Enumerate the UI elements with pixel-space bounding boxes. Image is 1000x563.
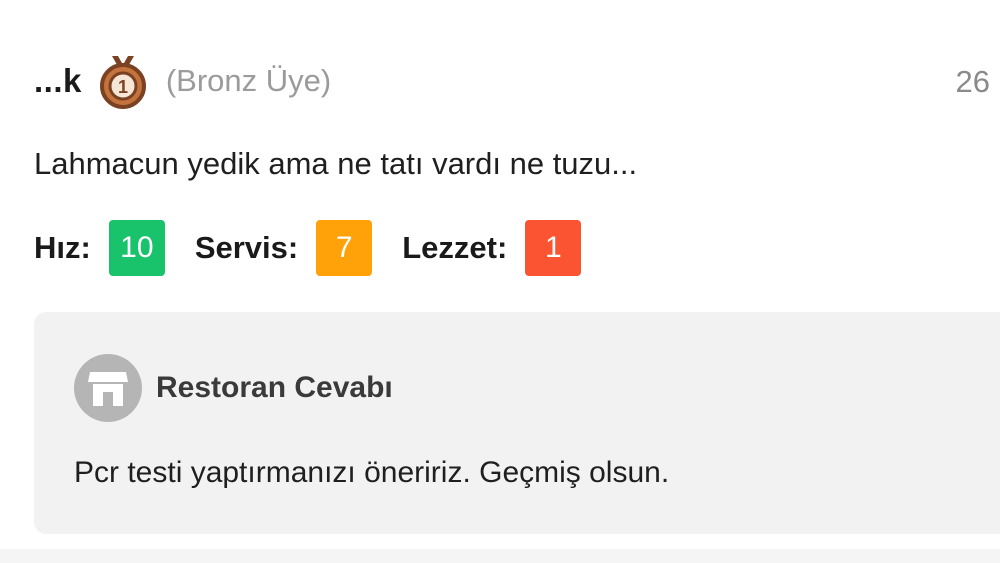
restaurant-reply: Restoran Cevabı Pcr testi yaptırmanızı ö… xyxy=(34,312,1000,534)
svg-text:1: 1 xyxy=(118,77,128,97)
reply-header: Restoran Cevabı xyxy=(74,354,393,422)
rating-label-speed: Hız: xyxy=(34,230,91,265)
rating-badge-taste: 1 xyxy=(525,220,582,276)
review-timestamp: 26 xyxy=(955,64,990,99)
username[interactable]: ...k xyxy=(34,62,82,100)
rating-label-taste: Lezzet: xyxy=(402,230,508,265)
rating-badge-service: 7 xyxy=(316,220,373,276)
membership-level: (Bronz Üye) xyxy=(165,63,332,98)
review-header: ...k 1 (Bronz Üye) xyxy=(34,50,1000,112)
rating-label-service: Servis: xyxy=(194,230,299,265)
reply-title: Restoran Cevabı xyxy=(156,371,393,404)
review-card: ...k 1 (Bronz Üye) 26 Lahmacun yedik ama… xyxy=(0,0,1000,549)
review-text: Lahmacun yedik ama ne tatı vardı ne tuzu… xyxy=(34,146,638,181)
bronze-medal-icon: 1 xyxy=(94,52,152,110)
ratings-row: Hız: 10 Servis: 7 Lezzet: 1 xyxy=(34,220,611,276)
store-icon xyxy=(74,354,142,422)
rating-badge-speed: 10 xyxy=(108,220,165,276)
reply-text: Pcr testi yaptırmanızı öneririz. Geçmiş … xyxy=(74,456,670,489)
